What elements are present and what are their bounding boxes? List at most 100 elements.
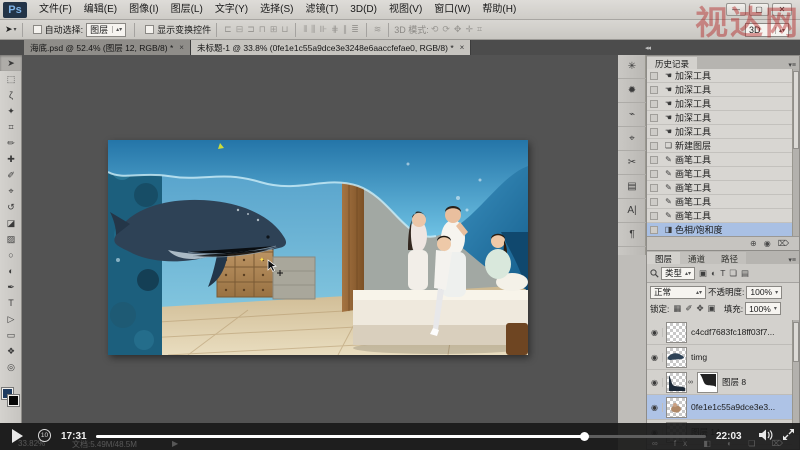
background-color-swatch[interactable] (8, 395, 19, 406)
brush-tool[interactable]: ✐ (0, 167, 22, 183)
history-item[interactable]: ✎画笔工具 (647, 167, 792, 181)
marquee-tool[interactable]: ⬚ (0, 71, 22, 87)
layers-scrollbar[interactable] (792, 320, 799, 435)
align-icon[interactable]: ⊏ (224, 24, 232, 34)
type-tool[interactable]: T (0, 295, 22, 311)
menu-item-T[interactable]: 滤镜(T) (300, 0, 345, 19)
quick-selection-tool[interactable]: ✦ (0, 103, 22, 119)
filter-icon[interactable]: ▣ (697, 268, 709, 279)
menu-item-H[interactable]: 帮助(H) (476, 0, 522, 19)
align-icon[interactable]: ⊞ (270, 24, 278, 34)
dodge-tool[interactable]: ◐ (0, 263, 22, 279)
character-panel-icon[interactable]: A| (618, 199, 646, 223)
move-tool[interactable]: ➤ (0, 55, 22, 71)
tool-presets-icon[interactable]: ✂ (618, 151, 646, 175)
history-source-checkbox[interactable] (650, 184, 658, 192)
healing-brush-tool[interactable]: ✚ (0, 151, 22, 167)
menu-item-3DD[interactable]: 3D(D) (344, 0, 383, 19)
history-item[interactable]: ☚加深工具 (647, 125, 792, 139)
history-source-checkbox[interactable] (650, 142, 658, 150)
history-item[interactable]: ☚加深工具 (647, 97, 792, 111)
crop-tool[interactable]: ⌗ (0, 119, 22, 135)
layer-visibility-eye-icon[interactable]: ◉ (647, 403, 663, 412)
history-tab[interactable]: 历史记录 (647, 57, 697, 69)
history-source-checkbox[interactable] (650, 170, 658, 178)
blur-tool[interactable]: ○ (0, 247, 22, 263)
layers-tab-2[interactable]: 路径 (713, 252, 746, 264)
filter-icon[interactable]: ❏ (727, 268, 739, 279)
history-source-checkbox[interactable] (650, 114, 658, 122)
distribute-icon[interactable]: ⊪ (319, 24, 327, 34)
adjustments-icon[interactable]: ✳ (618, 55, 646, 79)
history-source-checkbox[interactable] (650, 212, 658, 220)
close-button[interactable]: ✕ (772, 3, 792, 16)
blend-mode-dropdown[interactable]: 正常 ▴▾ (650, 286, 706, 299)
collapse-dock-icon[interactable]: ◂◂ (645, 44, 650, 52)
layer-row[interactable]: ◉ timg (647, 345, 792, 370)
lock-icon[interactable]: ▣ (706, 303, 718, 314)
align-icon[interactable]: ⊔ (281, 24, 288, 34)
history-source-checkbox[interactable] (650, 128, 658, 136)
layer-visibility-eye-icon[interactable]: ◉ (647, 328, 663, 337)
menu-item-I[interactable]: 图像(I) (123, 0, 164, 19)
fill-dropdown[interactable]: 100% ▾ (745, 302, 781, 315)
layer-name[interactable]: 0fe1e1c55a9dce3e3... (691, 402, 775, 412)
align-icon[interactable]: ⊟ (236, 24, 244, 34)
gradient-tool[interactable]: ▨ (0, 231, 22, 247)
history-item[interactable]: ☚加深工具 (647, 111, 792, 125)
mode3d-icon[interactable]: ✥ (454, 24, 462, 34)
filter-type-dropdown[interactable]: 类型 ▴▾ (661, 267, 695, 280)
menu-item-V[interactable]: 视图(V) (383, 0, 428, 19)
scrollbar-thumb[interactable] (793, 71, 799, 149)
distribute-icon[interactable]: ≣ (351, 24, 359, 34)
layer-visibility-eye-icon[interactable]: ◉ (647, 353, 663, 362)
lock-icon[interactable]: ▦ (671, 303, 683, 314)
history-item[interactable]: ✎画笔工具 (647, 209, 792, 223)
document-tab[interactable]: 未标题-1 @ 33.8% (0fe1e1c55a9dce3e3248e6aac… (191, 40, 471, 55)
tool-preset-caret-icon[interactable]: ▾ (14, 26, 17, 33)
distribute-icon[interactable]: ⫴ (303, 24, 307, 34)
mode3d-icon[interactable]: ✛ (465, 24, 473, 34)
document-image[interactable]: ✦ (108, 140, 528, 355)
align-icon[interactable]: ⊐ (247, 24, 255, 34)
zoom-tool[interactable]: ◎ (0, 359, 22, 375)
history-item[interactable]: ◨色相/饱和度 (647, 223, 792, 236)
eyedropper-tool[interactable]: ✏ (0, 135, 22, 151)
layer-row[interactable]: ◉∞图层 8 (647, 370, 792, 395)
opacity-dropdown[interactable]: 100% ▾ (746, 286, 782, 299)
workspace-dropdown[interactable]: 3D ▴▾ (745, 23, 789, 37)
maximize-button[interactable]: ▢ (749, 3, 769, 16)
layer-row[interactable]: ◉c4cdf7683fc18ff03f7... (647, 320, 792, 345)
layer-name[interactable]: timg (691, 352, 707, 362)
pen-tool[interactable]: ✒ (0, 279, 22, 295)
canvas-area[interactable]: ✦ (23, 55, 617, 450)
mode3d-icon[interactable]: ⟲ (431, 24, 439, 34)
mode3d-icon[interactable]: ⌗ (477, 24, 482, 34)
filter-icon[interactable]: ▤ (739, 268, 751, 279)
menu-item-L[interactable]: 图层(L) (165, 0, 209, 19)
menu-item-S[interactable]: 选择(S) (254, 0, 299, 19)
minimize-button[interactable]: — (726, 3, 746, 16)
menu-item-F[interactable]: 文件(F) (33, 0, 78, 19)
progress-knob[interactable] (580, 432, 589, 441)
history-brush-tool[interactable]: ↺ (0, 199, 22, 215)
history-scrollbar[interactable] (792, 69, 799, 236)
show-transform-checkbox[interactable] (145, 25, 154, 34)
layers-tab-1[interactable]: 通道 (680, 252, 713, 264)
rectangle-tool[interactable]: ▭ (0, 327, 22, 343)
auto-select-checkbox[interactable] (33, 25, 42, 34)
path-selection-tool[interactable]: ▷ (0, 311, 22, 327)
panel-menu-icon[interactable]: ▾≡ (785, 61, 799, 69)
new-snapshot-icon[interactable]: ◉ (764, 239, 771, 248)
menu-item-E[interactable]: 编辑(E) (78, 0, 123, 19)
notes-icon[interactable]: ▤ (618, 175, 646, 199)
history-source-checkbox[interactable] (650, 156, 658, 164)
lasso-tool[interactable]: ζ (0, 87, 22, 103)
lock-icon[interactable]: ✥ (695, 303, 706, 314)
history-item[interactable]: ✎画笔工具 (647, 153, 792, 167)
distribute-icon[interactable]: ⋕ (331, 24, 339, 34)
history-source-checkbox[interactable] (650, 100, 658, 108)
history-item[interactable]: ❏新建图层 (647, 139, 792, 153)
styles-icon[interactable]: ✹ (618, 79, 646, 103)
auto-align-icon[interactable]: ≋ (374, 24, 382, 35)
